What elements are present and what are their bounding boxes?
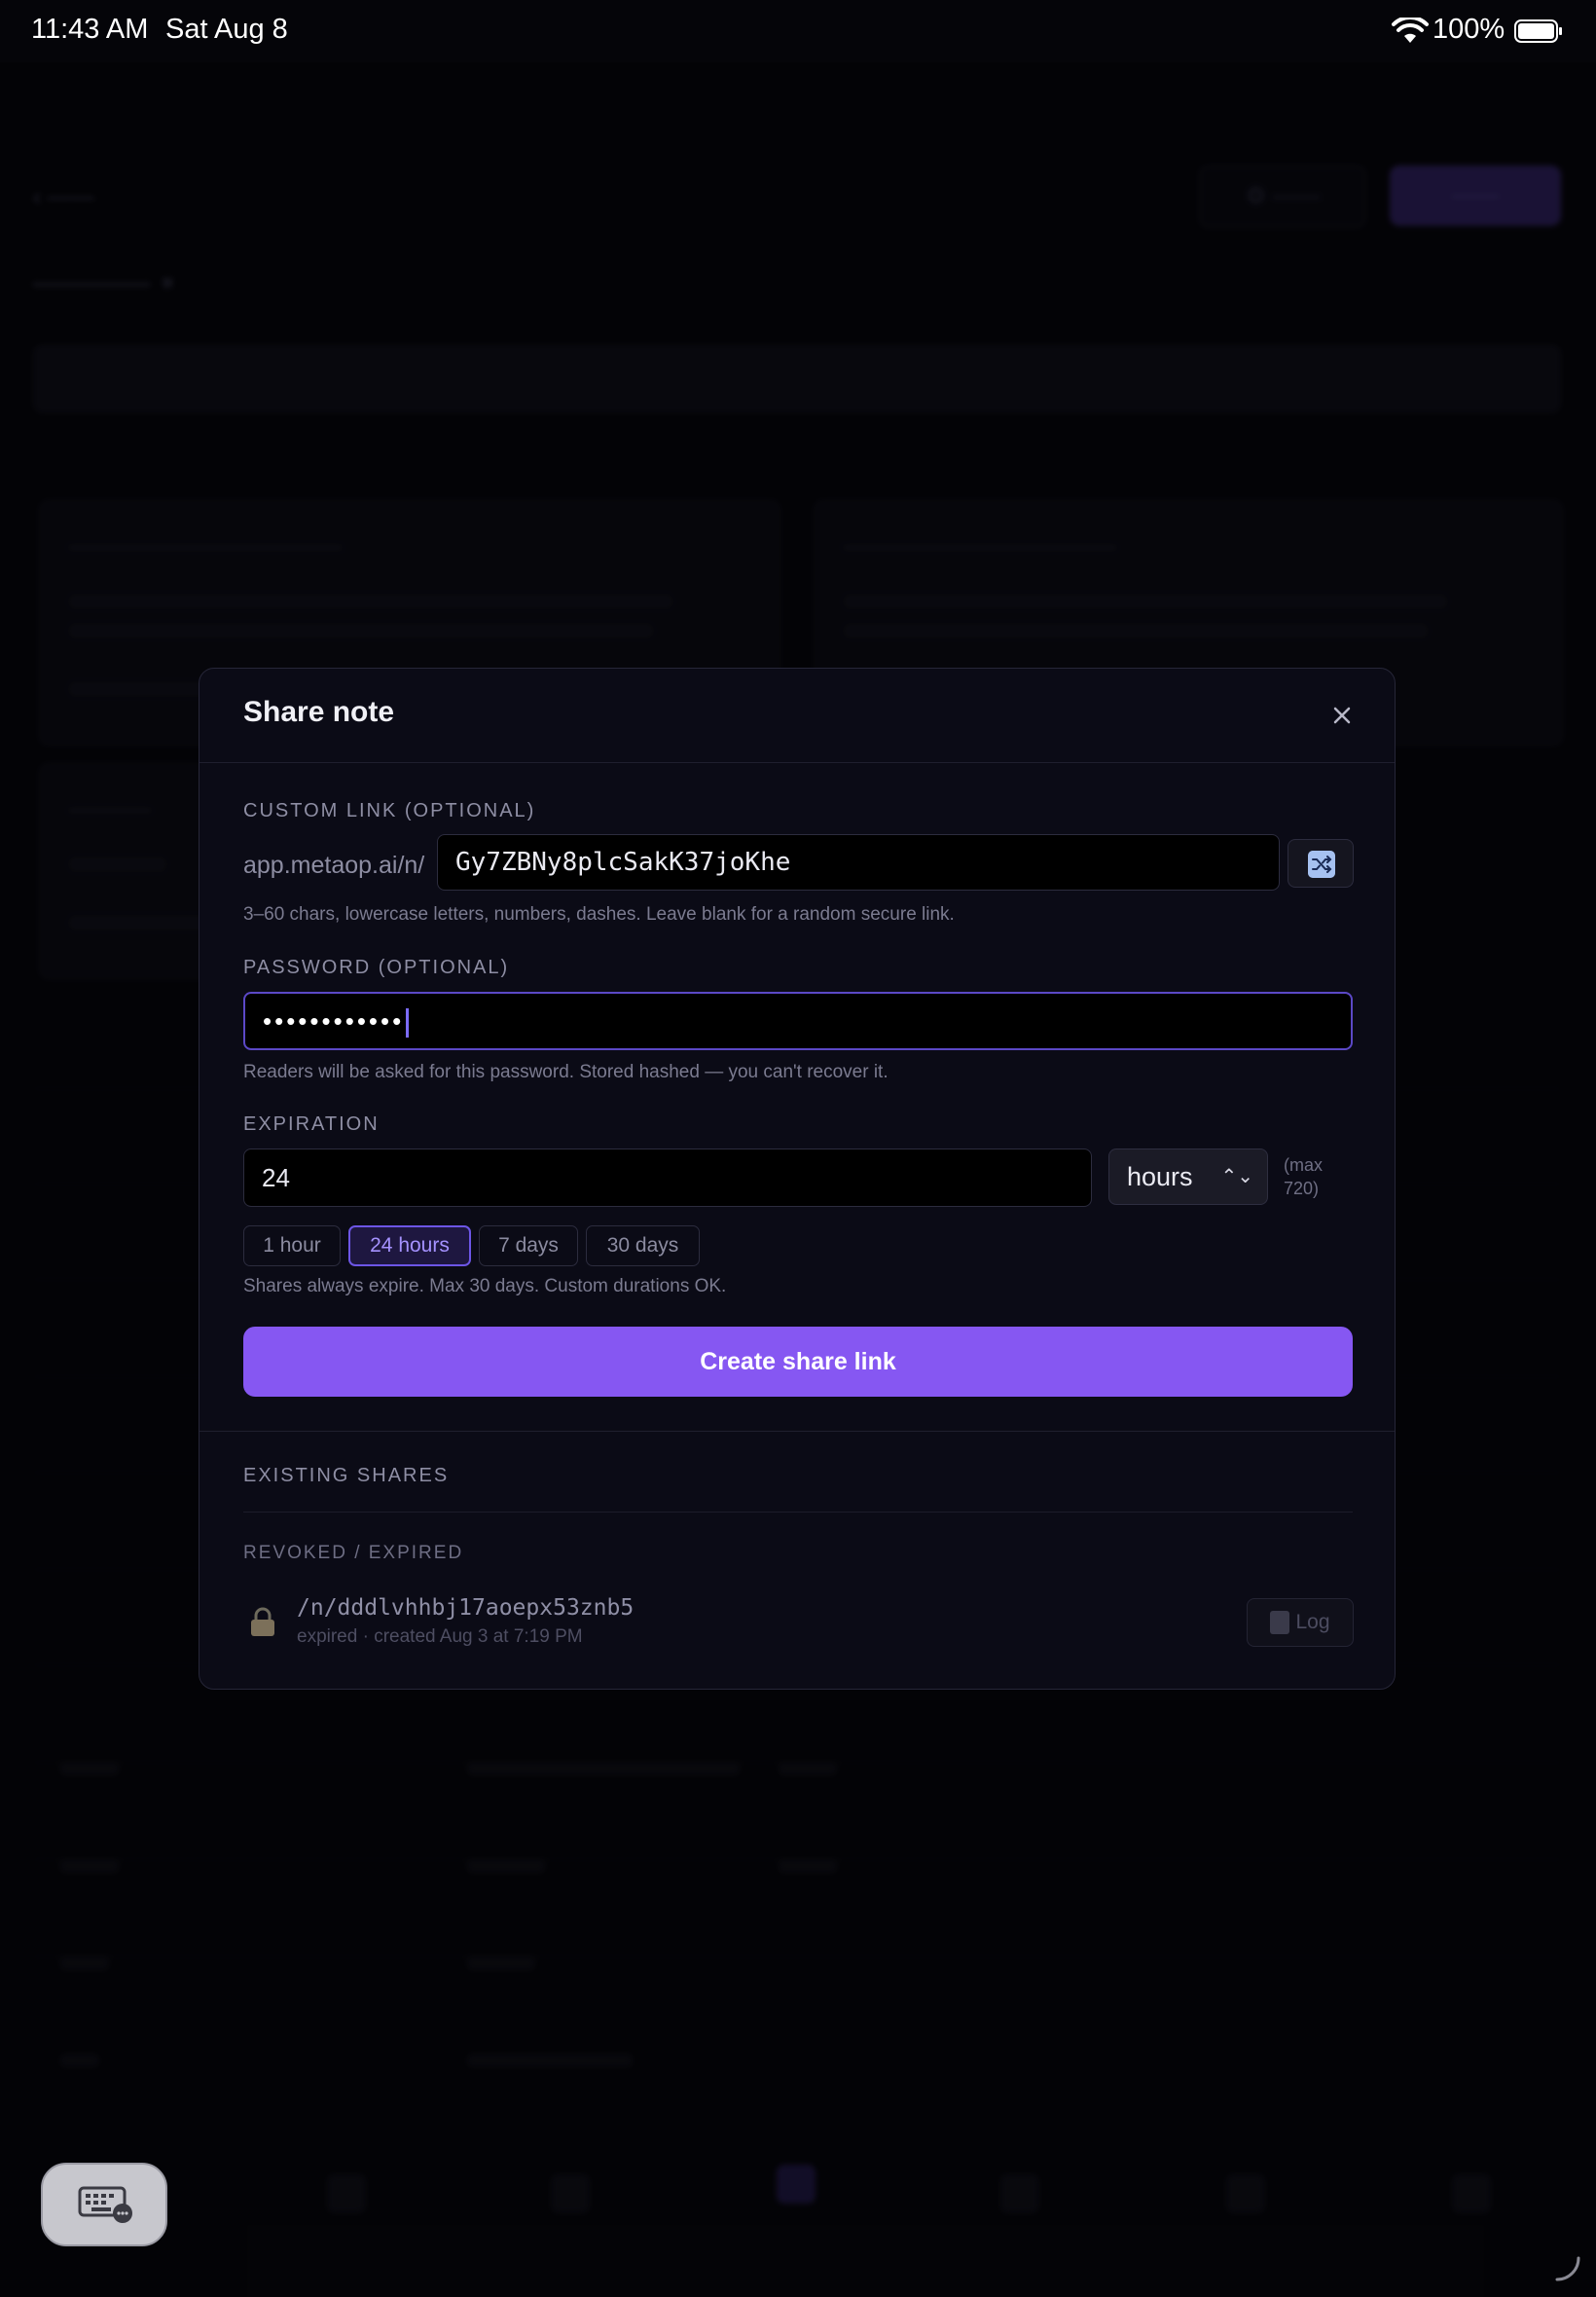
revoked-expired-label: REVOKED / EXPIRED <box>243 1543 464 1563</box>
password-label: PASSWORD (OPTIONAL) <box>243 957 510 978</box>
share-meta: expired · created Aug 3 at 7:19 PM <box>297 1626 583 1647</box>
link-prefix: app.metaop.ai/n/ <box>243 852 425 879</box>
keyboard-icon <box>78 2186 132 2223</box>
share-note-dialog: Share note CUSTOM LINK (OPTIONAL) app.me… <box>199 668 1396 1690</box>
battery-icon <box>1514 19 1562 43</box>
dialog-title: Share note <box>243 696 395 728</box>
preset-30-days[interactable]: 30 days <box>586 1225 700 1266</box>
divider <box>200 1431 1395 1432</box>
password-masked-value: •••••••••••• <box>263 1006 405 1036</box>
lock-icon <box>251 1607 274 1636</box>
expiration-amount-input[interactable]: 24 <box>243 1148 1092 1207</box>
preset-7-days[interactable]: 7 days <box>479 1225 578 1266</box>
status-date: Sat Aug 8 <box>165 14 288 45</box>
resize-grip-icon <box>1555 2256 1580 2281</box>
text-caret <box>406 1008 410 1039</box>
custom-link-help: 3–60 chars, lowercase letters, numbers, … <box>243 904 955 925</box>
shuffle-icon <box>1308 851 1335 878</box>
expiration-max-note: (max 720) <box>1284 1155 1323 1198</box>
password-help: Readers will be asked for this password.… <box>243 1062 889 1082</box>
existing-shares-label: EXISTING SHARES <box>243 1465 450 1486</box>
log-button-label: Log <box>1295 1611 1330 1633</box>
randomize-link-button[interactable] <box>1288 839 1354 888</box>
share-path: /n/dddlvhhbj17aoepx53znb5 <box>297 1595 635 1621</box>
battery-percent: 100% <box>1433 14 1505 45</box>
expiration-label: EXPIRATION <box>243 1113 380 1135</box>
status-bar: 11:43 AM Sat Aug 8 100% <box>0 0 1596 62</box>
password-input[interactable]: •••••••••••• <box>243 992 1353 1050</box>
expiration-unit-value: hours <box>1127 1162 1193 1191</box>
expiration-unit-select[interactable]: hours ⌃⌄ <box>1108 1148 1268 1205</box>
wifi-icon <box>1392 18 1429 43</box>
custom-link-label: CUSTOM LINK (OPTIONAL) <box>243 800 536 821</box>
create-share-link-button[interactable]: Create share link <box>243 1327 1353 1397</box>
divider <box>243 1512 1353 1513</box>
dialog-header: Share note <box>200 669 1395 763</box>
custom-link-input[interactable]: Gy7ZBNy8plcSakK37joKhe <box>437 834 1280 891</box>
share-log-button[interactable]: Log <box>1247 1598 1354 1647</box>
keyboard-toggle-button[interactable] <box>41 2163 167 2246</box>
preset-1-hour[interactable]: 1 hour <box>243 1225 341 1266</box>
status-time: 11:43 AM <box>31 14 149 45</box>
select-chevron-icon: ⌃⌄ <box>1220 1166 1253 1187</box>
expiration-help: Shares always expire. Max 30 days. Custo… <box>243 1276 727 1296</box>
clipboard-icon <box>1270 1611 1290 1635</box>
preset-24-hours[interactable]: 24 hours <box>348 1225 471 1266</box>
close-icon[interactable] <box>1326 700 1358 731</box>
